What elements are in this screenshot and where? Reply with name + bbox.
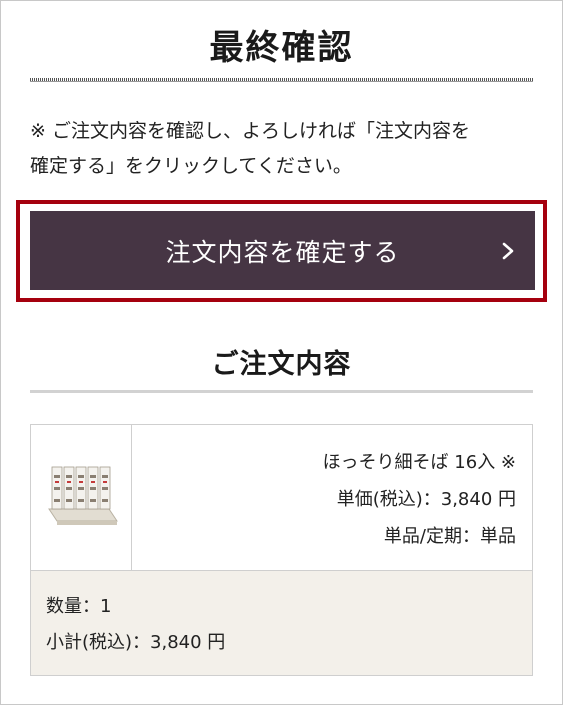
product-unit-price: 単価(税込)：3,840 円 (336, 489, 516, 510)
confirm-order-label: 注文内容を確定する (165, 237, 400, 267)
confirmation-notice: ※ ご注文内容を確認し、よろしければ「注文内容を 確定する」をクリックしてくださ… (30, 114, 533, 184)
confirm-order-button[interactable]: 注文内容を確定する (30, 211, 535, 290)
product-box-image[interactable] (43, 461, 123, 531)
section-divider (30, 390, 533, 393)
product-name: ほっそり細そば 16入 ※ (322, 452, 516, 473)
product-purchase-type: 単品/定期：単品 (383, 526, 516, 547)
order-quantity: 数量：1 (46, 596, 112, 617)
order-item-card: ほっそり細そば 16入 ※ 単価(税込)：3,840 円 単品/定期：単品 数量… (30, 424, 533, 676)
order-subtotal: 小計(税込)：3,840 円 (46, 632, 226, 653)
order-section-title: ご注文内容 (211, 349, 352, 380)
page-title: 最終確認 (209, 28, 354, 68)
chevron-right-icon (497, 240, 519, 262)
title-divider (30, 78, 533, 82)
notice-line-1: ※ ご注文内容を確認し、よろしければ「注文内容を (30, 120, 470, 142)
notice-line-2: 確定する」をクリックしてください。 (30, 155, 352, 177)
order-summary: 数量：1 小計(税込)：3,840 円 (31, 570, 532, 675)
product-info-cell: ほっそり細そば 16入 ※ 単価(税込)：3,840 円 単品/定期：単品 (132, 425, 532, 570)
product-thumbnail-cell (31, 425, 132, 570)
